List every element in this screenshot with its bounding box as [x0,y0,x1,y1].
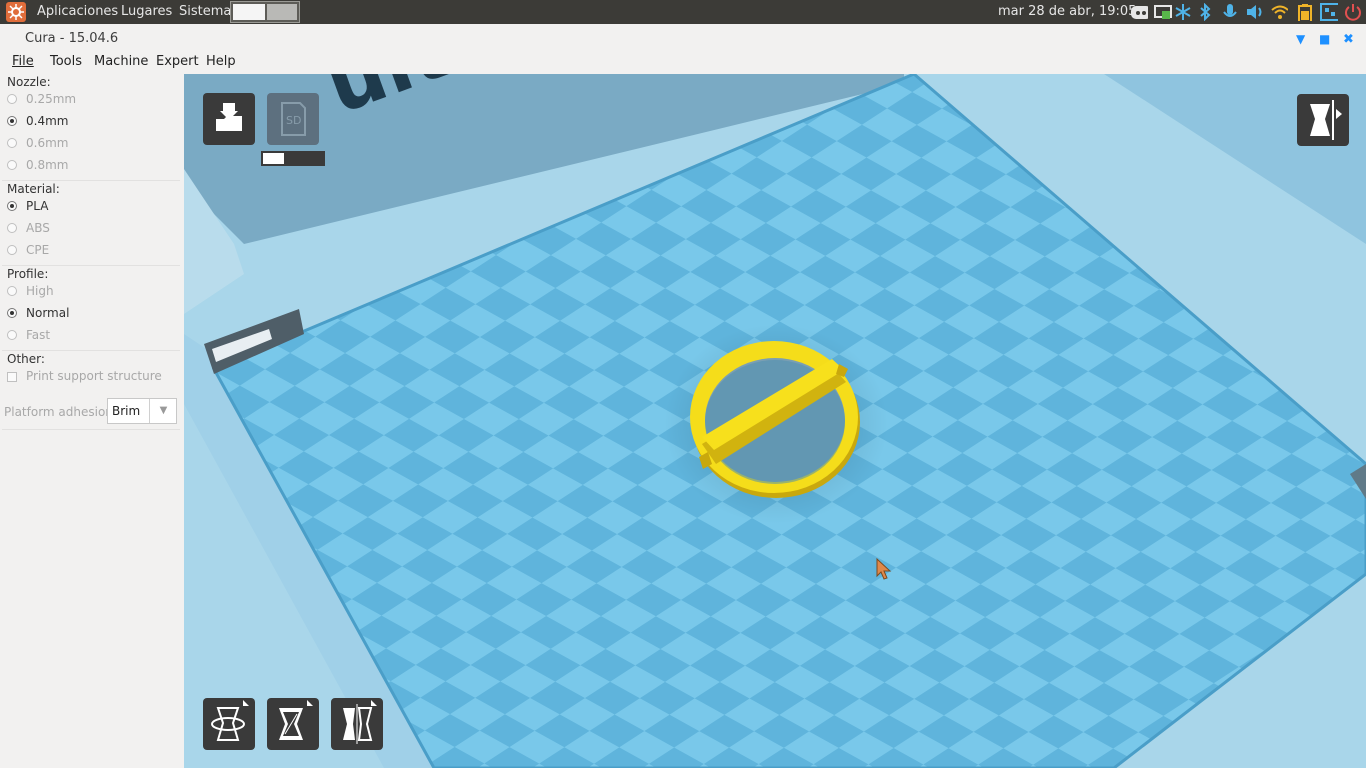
radio-label: Normal [26,306,70,320]
load-model-button[interactable] [203,93,255,145]
network-icon[interactable] [1320,3,1338,21]
sd-card-icon: SD [281,102,306,136]
radio-label: High [26,284,54,298]
material-option-cpe[interactable]: CPE [7,242,177,260]
radio-icon[interactable] [7,138,17,148]
radio-label: Fast [26,328,51,342]
menu-sistema[interactable]: Sistema [179,4,231,19]
support-checkbox[interactable] [7,372,17,382]
window-titlebar[interactable]: Cura - 15.04.6 ▼ ■ ✖ [0,24,1366,52]
radio-label: 0.4mm [26,114,69,128]
profile-option-normal[interactable]: Normal [7,305,177,323]
adhesion-select[interactable]: Brim ▼ [107,398,177,424]
sd-label: SD [286,114,301,127]
radio-icon[interactable] [7,160,17,170]
maximize-button[interactable]: ■ [1319,32,1330,46]
load-folder-icon [216,103,242,131]
applications-menu-icon[interactable] [6,2,26,22]
radio-label: PLA [26,199,49,213]
support-label: Print support structure [26,369,162,383]
radio-icon[interactable] [7,330,17,340]
radio-label: CPE [26,243,50,257]
nozzle-option-0.8mm[interactable]: 0.8mm [7,157,177,175]
slice-progress-bar [261,151,325,166]
clock[interactable]: mar 28 de abr, 19:05 [998,4,1136,19]
menu-expert[interactable]: Expert [156,54,199,69]
rotate-icon [211,700,249,741]
3d-viewport[interactable]: ulti SD [184,74,1366,768]
chevron-down-icon[interactable]: ▼ [149,399,177,423]
view-mode-icon [1310,100,1342,140]
radio-label: ABS [26,221,50,235]
settings-sidebar: Nozzle: 0.25mm 0.4mm 0.6mm 0.8mm Materia… [0,74,184,768]
window-title: Cura - 15.04.6 [25,31,119,46]
mirror-tool-button[interactable] [331,698,383,750]
menu-help[interactable]: Help [206,54,236,69]
battery-icon[interactable] [1296,3,1314,21]
discord-icon[interactable] [1130,3,1148,21]
radio-selected-icon[interactable] [7,116,17,126]
nozzle-option-0.25mm[interactable]: 0.25mm [7,91,177,109]
nozzle-option-0.6mm[interactable]: 0.6mm [7,135,177,153]
radio-icon[interactable] [7,286,17,296]
workspace-1[interactable] [233,4,265,20]
build-plate-scene[interactable]: ulti [184,74,1366,768]
profile-option-high[interactable]: High [7,283,177,301]
minimize-button[interactable]: ▼ [1296,32,1305,46]
mirror-icon [343,700,377,744]
mouse-cursor-icon [876,558,892,580]
radio-label: 0.8mm [26,158,69,172]
radio-label: 0.6mm [26,136,69,150]
save-to-sd-button[interactable]: SD [267,93,319,145]
menu-lugares[interactable]: Lugares [121,4,172,19]
nozzle-option-0.4mm[interactable]: 0.4mm [7,113,177,131]
divider [2,429,180,430]
radio-icon[interactable] [7,223,17,233]
workspace-switcher[interactable] [230,1,300,23]
profile-option-fast[interactable]: Fast [7,327,177,345]
slice-progress-fill [263,153,284,164]
divider [2,180,180,181]
scale-tool-button[interactable] [267,698,319,750]
adhesion-value: Brim [112,404,141,418]
material-label: Material: [7,182,60,196]
menu-tools[interactable]: Tools [50,54,82,69]
other-label: Other: [7,352,45,366]
radio-icon[interactable] [7,245,17,255]
adhesion-label: Platform adhesion [4,405,113,419]
monitor-icon[interactable] [1154,3,1172,21]
workspace-2[interactable] [267,4,297,20]
menubar: File Tools Machine Expert Help [0,52,1366,74]
menu-file[interactable]: File [12,54,34,69]
view-mode-button[interactable] [1297,94,1349,146]
scale-icon [279,700,313,740]
power-icon[interactable] [1343,3,1361,21]
snowflake-icon[interactable] [1174,3,1192,21]
profile-label: Profile: [7,267,49,281]
radio-selected-icon[interactable] [7,201,17,211]
radio-selected-icon[interactable] [7,308,17,318]
wifi-icon[interactable] [1270,3,1288,21]
microphone-icon[interactable] [1221,3,1239,21]
divider [2,265,180,266]
radio-icon[interactable] [7,94,17,104]
3d-model[interactable] [690,341,860,498]
menu-machine[interactable]: Machine [94,54,148,69]
nozzle-label: Nozzle: [7,75,51,89]
radio-label: 0.25mm [26,92,77,106]
bluetooth-icon[interactable] [1198,3,1216,21]
system-top-panel: Aplicaciones Lugares Sistema mar 28 de a… [0,0,1366,24]
volume-icon[interactable] [1245,3,1263,21]
close-button[interactable]: ✖ [1343,32,1354,47]
rotate-tool-button[interactable] [203,698,255,750]
material-option-abs[interactable]: ABS [7,220,177,238]
menu-aplicaciones[interactable]: Aplicaciones [37,4,118,19]
divider [2,350,180,351]
material-option-pla[interactable]: PLA [7,198,177,216]
